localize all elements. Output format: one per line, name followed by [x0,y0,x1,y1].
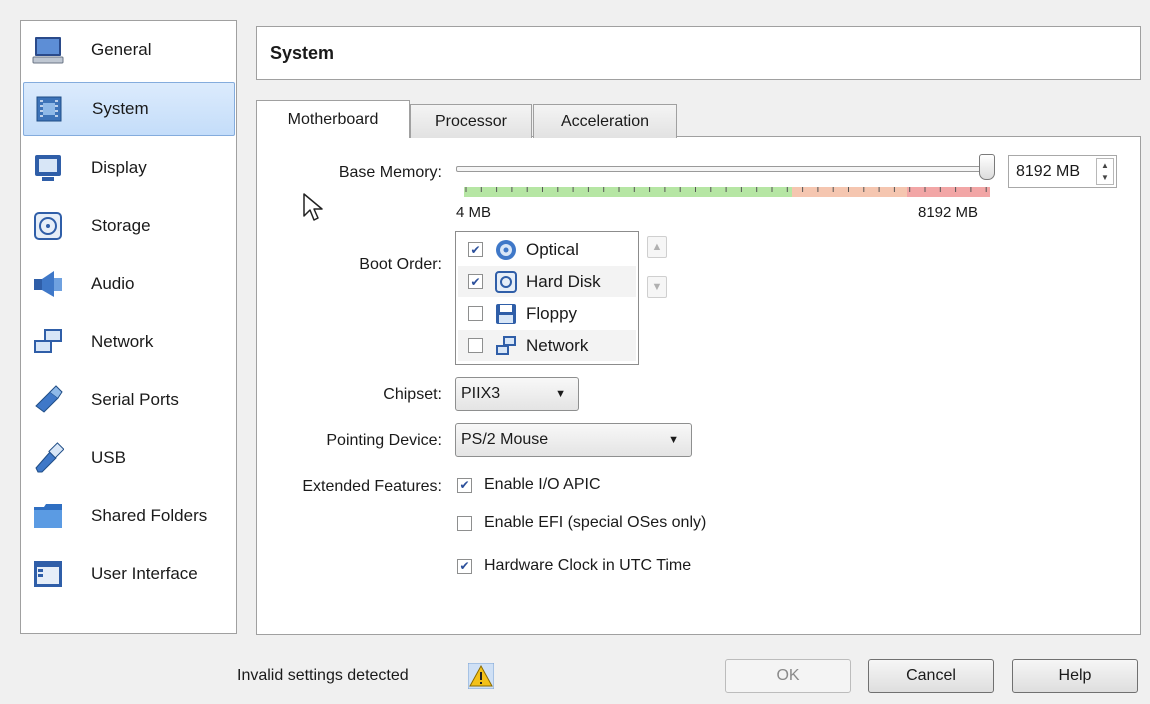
feature-checkbox[interactable]: ✔ [457,558,472,574]
memory-value: 8192 MB [1016,162,1081,180]
feature-io-apic[interactable]: ✔ Enable I/O APIC [457,476,601,494]
feature-utc-clock[interactable]: ✔ Hardware Clock in UTC Time [457,557,691,575]
boot-item-checkbox[interactable]: ✔ [468,242,483,257]
usb-icon [31,441,65,475]
boot-item-label: Hard Disk [526,271,601,291]
memory-scale-bar [464,187,990,197]
pointing-device-select[interactable]: PS/2 Mouse ▼ [455,423,692,457]
chipset-label: Chipset: [383,386,442,403]
help-button-label: Help [1058,667,1092,684]
extended-features-label: Extended Features: [302,478,442,495]
boot-order-list: ✔ Optical ✔ Hard Disk Floppy Network [455,231,639,365]
tab-label: Acceleration [560,112,650,130]
boot-item-floppy[interactable]: Floppy [458,298,636,329]
sidebar-item-storage[interactable]: Storage [23,199,235,253]
memory-max-label: 8192 MB [918,204,979,221]
floppy-icon [495,303,517,325]
warning-icon[interactable] [467,662,495,690]
chevron-down-icon: ▼ [555,388,566,400]
sidebar-item-label: USB [91,448,126,467]
settings-sidebar: General System Display Storage Audio Net… [20,20,237,634]
network-icon [495,335,517,357]
feature-checkbox[interactable]: ✔ [457,477,472,493]
boot-item-label: Optical [526,239,579,259]
feature-efi[interactable]: Enable EFI (special OSes only) [457,514,706,532]
boot-item-checkbox[interactable] [468,306,483,321]
feature-checkbox[interactable] [457,515,472,531]
cable-icon [31,383,65,417]
sidebar-item-label: Storage [91,216,151,235]
sidebar-item-label: General [91,40,152,59]
cancel-button-label: Cancel [906,667,956,684]
page-title-panel: System [256,26,1141,80]
warning-text: Invalid settings detected [237,667,409,684]
pointing-device-label: Pointing Device: [326,432,442,449]
memory-spinbox[interactable]: 8192 MB ▲ ▼ [1008,155,1117,188]
cancel-button[interactable]: Cancel [868,659,994,693]
chip-icon [32,92,66,126]
boot-item-network[interactable]: Network [458,330,636,361]
pointing-device-value: PS/2 Mouse [461,431,549,448]
mouse-cursor-icon [303,193,323,221]
monitor-icon [31,33,65,67]
sidebar-item-label: Serial Ports [91,390,179,409]
spin-arrows[interactable]: ▲ ▼ [1096,158,1114,185]
sidebar-item-label: Network [91,332,154,351]
tab-label: Processor [434,112,508,130]
ok-button-label: OK [776,667,800,684]
memory-min-label: 4 MB [456,204,492,221]
boot-item-optical[interactable]: ✔ Optical [458,234,636,265]
tab-label: Motherboard [287,110,379,128]
boot-item-label: Floppy [526,303,578,323]
page-title: System [270,42,335,63]
move-down-icon[interactable]: ▼ [647,276,667,298]
sidebar-item-label: Display [91,158,147,177]
window-icon [31,557,65,591]
tab-processor[interactable]: Processor [410,104,532,138]
tab-acceleration[interactable]: Acceleration [533,104,677,138]
ok-button[interactable]: OK [725,659,851,693]
feature-label: Enable EFI (special OSes only) [484,514,707,531]
sidebar-item-label: System [92,99,149,118]
sidebar-item-network[interactable]: Network [23,315,235,369]
boot-item-checkbox[interactable]: ✔ [468,274,483,289]
sidebar-item-user-interface[interactable]: User Interface [23,547,235,601]
chipset-value: PIIX3 [461,385,501,402]
chevron-down-icon: ▼ [668,434,679,446]
speaker-icon [31,267,65,301]
base-memory-label: Base Memory: [338,164,442,181]
move-up-icon[interactable]: ▲ [647,236,667,258]
feature-label: Hardware Clock in UTC Time [484,557,692,574]
folder-icon [31,499,65,533]
sidebar-item-label: User Interface [91,564,198,583]
sidebar-item-audio[interactable]: Audio [23,257,235,311]
sidebar-item-system[interactable]: System [23,82,235,136]
hard-disk-icon [495,270,517,293]
spin-up-icon[interactable]: ▲ [1097,159,1113,172]
sidebar-item-display[interactable]: Display [23,141,235,195]
boot-order-label: Boot Order: [359,256,442,273]
boot-item-hard-disk[interactable]: ✔ Hard Disk [458,266,636,297]
spin-down-icon[interactable]: ▼ [1097,172,1113,185]
sidebar-item-serial-ports[interactable]: Serial Ports [23,373,235,427]
boot-item-label: Network [526,335,589,355]
sidebar-item-shared-folders[interactable]: Shared Folders [23,489,235,543]
sidebar-item-label: Shared Folders [91,506,208,525]
sidebar-item-label: Audio [91,274,135,293]
sidebar-item-general[interactable]: General [23,23,235,77]
network-icon [31,325,65,359]
memory-slider-track[interactable] [456,166,992,172]
display-icon [31,151,65,185]
help-button[interactable]: Help [1012,659,1138,693]
memory-slider-thumb[interactable] [979,154,995,180]
optical-disc-icon [495,239,517,261]
sidebar-item-usb[interactable]: USB [23,431,235,485]
tab-motherboard[interactable]: Motherboard [256,100,410,138]
disk-icon [31,209,65,243]
feature-label: Enable I/O APIC [484,476,601,493]
boot-item-checkbox[interactable] [468,338,483,353]
chipset-select[interactable]: PIIX3 ▼ [455,377,579,411]
